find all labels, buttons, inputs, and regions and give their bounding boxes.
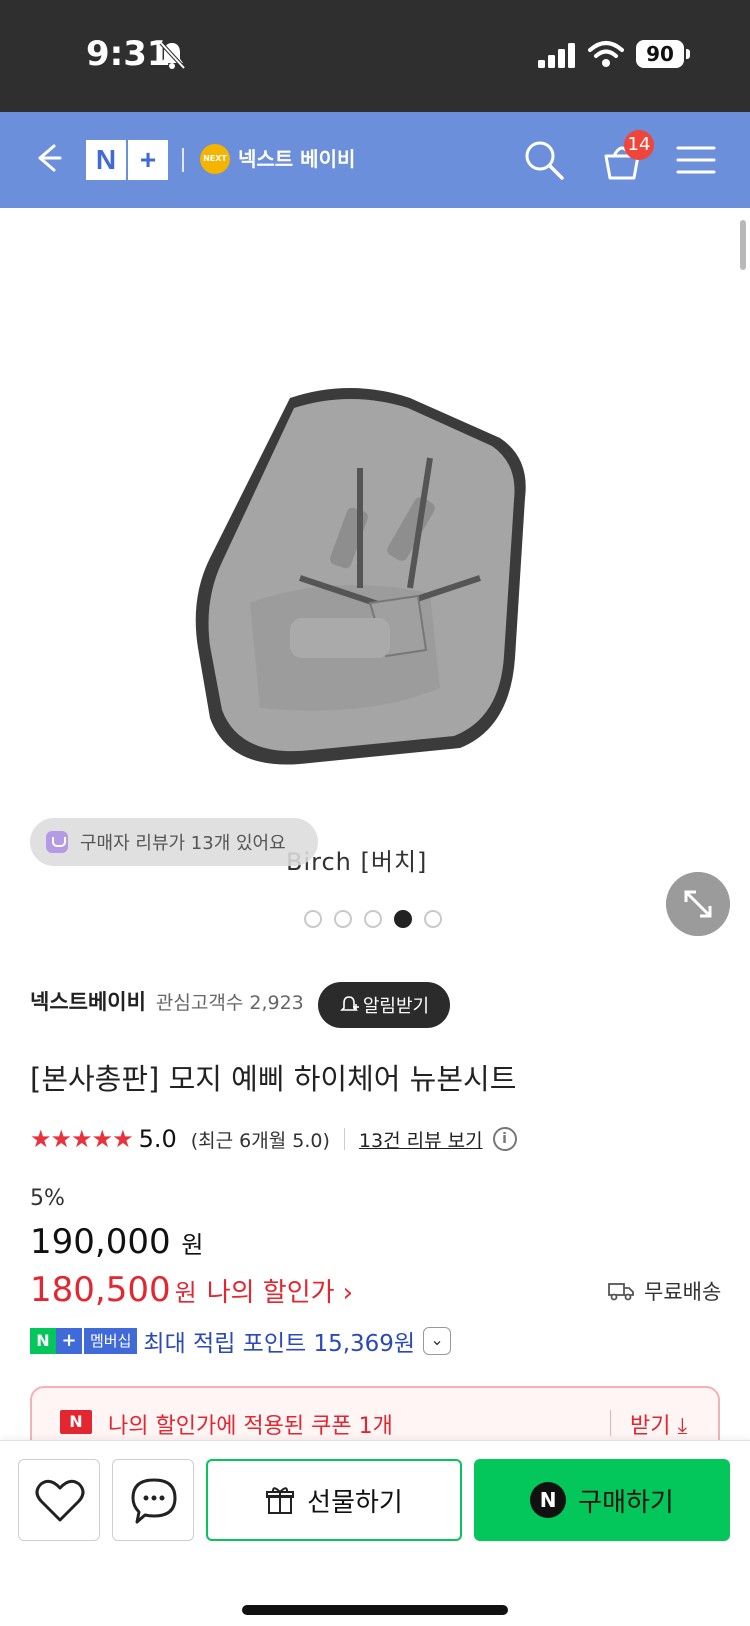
review-link[interactable]: 13건 리뷰 보기 xyxy=(359,1126,483,1153)
bell-plus-icon xyxy=(339,996,359,1011)
download-icon: ⤓ xyxy=(677,1414,688,1439)
chevron-right-icon: › xyxy=(342,1278,353,1308)
original-price-unit: 원 xyxy=(181,1231,204,1259)
carousel-dot[interactable] xyxy=(364,910,382,928)
np-member-label: 멤버십 xyxy=(84,1328,138,1354)
wifi-icon xyxy=(588,41,624,67)
home-indicator[interactable] xyxy=(242,1605,508,1615)
chat-icon xyxy=(131,1478,177,1524)
search-icon[interactable] xyxy=(520,136,566,182)
info-icon[interactable]: i xyxy=(492,1127,517,1151)
np-plus-icon: + xyxy=(56,1328,82,1354)
star-rating-icon: ★★★★★ xyxy=(30,1125,134,1153)
original-price: 190,000 원 xyxy=(30,1222,204,1262)
rating-recent: (최근 6개월 5.0) xyxy=(190,1129,330,1152)
scrollbar[interactable] xyxy=(740,220,746,270)
back-arrow-icon[interactable] xyxy=(24,134,72,182)
carousel-dots xyxy=(304,910,442,928)
notify-button[interactable]: 알림받기 xyxy=(318,982,450,1028)
logo-n: N xyxy=(86,140,126,180)
gift-label: 선물하기 xyxy=(307,1487,403,1518)
logo-plus: + xyxy=(128,140,168,180)
bottom-action-bar: 선물하기 N 구매하기 xyxy=(0,1440,750,1626)
notify-label: 알림받기 xyxy=(362,996,430,1017)
coupon-get-label: 받기 xyxy=(630,1414,671,1439)
product-image-carousel[interactable]: Birch [버치] 구매자 리뷰가 13개 있어요 xyxy=(0,208,750,958)
expand-image-icon[interactable] xyxy=(666,872,730,936)
gift-button[interactable]: 선물하기 xyxy=(206,1459,462,1541)
battery-icon: 90 xyxy=(636,40,684,68)
sale-price-row[interactable]: 180,500 원 나의 할인가 › xyxy=(30,1270,353,1310)
signal-icon xyxy=(538,43,575,68)
store-name[interactable]: 넥스트 베이비 xyxy=(238,144,355,174)
heart-icon xyxy=(35,1479,85,1522)
coupon-get-button[interactable]: 받기 ⤓ xyxy=(630,1408,687,1440)
header-divider xyxy=(182,148,184,172)
product-image[interactable] xyxy=(190,388,560,788)
carousel-dot-active[interactable] xyxy=(394,910,412,928)
buy-label: 구매하기 xyxy=(578,1487,674,1518)
points-row: N + 멤버십 최대 적립 포인트 15,369원 ⌄ xyxy=(30,1326,452,1357)
carousel-dot[interactable] xyxy=(304,910,322,928)
naver-pay-n-icon: N xyxy=(530,1482,567,1518)
store-badge-icon[interactable]: NEXT xyxy=(200,144,230,174)
coupon-n-icon: N xyxy=(60,1410,92,1434)
seller-row: 넥스트베이비 관심고객수 2,923 xyxy=(30,986,304,1016)
carousel-dot[interactable] xyxy=(334,910,352,928)
wishlist-button[interactable] xyxy=(18,1459,100,1541)
talk-button[interactable] xyxy=(112,1459,194,1541)
gift-icon xyxy=(266,1487,295,1514)
shopping-bag-icon xyxy=(46,831,68,853)
review-pill-text: 구매자 리뷰가 13개 있어요 xyxy=(80,833,286,854)
status-bar: 9:31 90 xyxy=(0,0,750,112)
product-title: [본사총판] 모지 예삐 하이체어 뉴본시트 xyxy=(30,1062,517,1096)
seller-name[interactable]: 넥스트베이비 xyxy=(30,986,146,1016)
review-count-pill[interactable]: 구매자 리뷰가 13개 있어요 xyxy=(30,818,318,866)
my-price-label[interactable]: 나의 할인가 xyxy=(207,1272,335,1309)
chevron-down-icon[interactable]: ⌄ xyxy=(423,1327,452,1355)
coupon-divider xyxy=(610,1410,611,1436)
sale-price: 180,500 xyxy=(30,1270,171,1310)
discount-rate: 5% xyxy=(30,1186,65,1211)
menu-icon[interactable] xyxy=(676,140,716,180)
original-price-value: 190,000 xyxy=(30,1222,171,1262)
app-header: N + NEXT 넥스트 베이비 xyxy=(0,112,750,208)
rating-row: ★★★★★ 5.0 (최근 6개월 5.0) 13건 리뷰 보기 i xyxy=(30,1122,517,1156)
carousel-dot[interactable] xyxy=(424,910,442,928)
naver-plus-membership-tag: N + 멤버십 xyxy=(30,1328,138,1354)
bell-off-icon xyxy=(159,41,186,70)
buy-button[interactable]: N 구매하기 xyxy=(474,1459,730,1541)
cart-count-badge: 14 xyxy=(624,130,654,160)
free-shipping-label: 무료배송 xyxy=(644,1280,722,1304)
truck-icon xyxy=(608,1283,634,1301)
sale-price-unit: 원 xyxy=(174,1279,197,1307)
battery-tip xyxy=(686,49,690,59)
interest-count: 관심고객수 2,923 xyxy=(155,991,304,1014)
free-shipping: 무료배송 xyxy=(608,1276,721,1306)
rating-divider xyxy=(343,1128,345,1150)
np-n-icon: N xyxy=(30,1328,56,1354)
naver-plus-logo[interactable]: N + xyxy=(86,140,168,180)
max-points: 최대 적립 포인트 15,369원 xyxy=(143,1331,416,1357)
rating-score: 5.0 xyxy=(138,1125,177,1153)
coupon-text: 나의 할인가에 적용된 쿠폰 1개 xyxy=(108,1414,393,1439)
